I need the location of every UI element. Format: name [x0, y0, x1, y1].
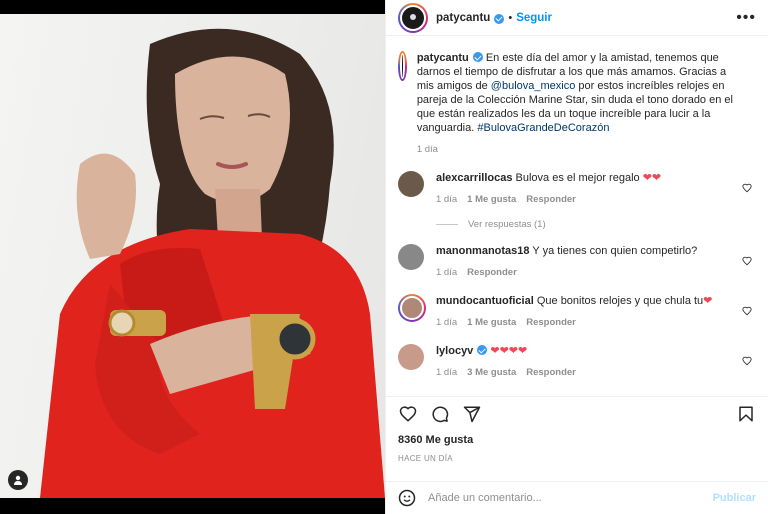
comment-emoji: ❤ [703, 295, 713, 307]
comment-bubble-icon [432, 405, 449, 422]
comment-avatar[interactable] [398, 244, 424, 270]
comment-avatar[interactable] [398, 294, 426, 322]
post-sidebar: patycantu • Seguir ••• patycantu En este… [385, 0, 768, 514]
reply-button[interactable]: Responder [526, 193, 576, 207]
verified-badge-icon [472, 52, 483, 62]
reply-button[interactable]: Responder [467, 266, 517, 280]
comment-item: mundocantuoficial Que bonitos relojes y … [398, 294, 756, 330]
reply-button[interactable]: Responder [526, 316, 576, 330]
comment-likes[interactable]: 3 Me gusta [467, 366, 516, 380]
user-icon [14, 475, 22, 485]
emoji-icon[interactable] [398, 489, 416, 507]
likes-count[interactable]: 8360 Me gusta [398, 434, 473, 446]
view-replies-button[interactable]: Ver respuestas (1) [436, 219, 756, 230]
comment-avatar[interactable] [398, 171, 424, 197]
reply-button[interactable]: Responder [526, 366, 576, 380]
post-header: patycantu • Seguir ••• [386, 0, 768, 36]
comment-emoji: ❤❤❤❤ [490, 345, 528, 357]
comment-likes[interactable]: 1 Me gusta [467, 316, 516, 330]
bookmark-icon [739, 406, 753, 421]
comment-item: lylocyv ❤❤❤❤ 1 día 3 Me gusta Responder [398, 344, 756, 380]
instagram-post: patycantu • Seguir ••• patycantu En este… [0, 0, 768, 514]
comment-likes[interactable]: 1 Me gusta [467, 193, 516, 207]
comment-username[interactable]: mundocantuoficial [436, 295, 534, 307]
avatar-image-icon [410, 13, 416, 20]
posted-time[interactable]: HACE UN DÍA [398, 454, 453, 463]
author-username[interactable]: patycantu [436, 12, 490, 24]
comment-button[interactable] [430, 404, 450, 424]
paper-plane-icon [463, 406, 481, 422]
like-comment-heart-icon[interactable] [742, 306, 752, 316]
comment-time[interactable]: 1 día [436, 366, 457, 380]
comment-time[interactable]: 1 día [436, 316, 457, 330]
more-options-icon[interactable]: ••• [736, 9, 756, 27]
verified-badge-icon [494, 13, 505, 24]
post-photo[interactable] [0, 14, 385, 498]
comment-text: Bulova es el mejor regalo [515, 172, 640, 184]
share-button[interactable] [462, 404, 482, 424]
comment-text: Que bonitos relojes y que chula tu [536, 295, 704, 307]
add-comment-bar: Publicar [386, 481, 768, 514]
comment-input[interactable] [428, 492, 713, 504]
like-comment-heart-icon[interactable] [742, 256, 752, 266]
comment-username[interactable]: manonmanotas18 [436, 245, 530, 257]
caption-mention-link[interactable]: @bulova_mexico [491, 80, 576, 92]
publish-button[interactable]: Publicar [713, 492, 756, 504]
comment-username[interactable]: alexcarrillocas [436, 172, 512, 184]
comment-avatar[interactable] [398, 344, 424, 370]
caption-username[interactable]: patycantu [417, 52, 469, 64]
comment-time[interactable]: 1 día [436, 193, 457, 207]
save-button[interactable] [736, 404, 756, 424]
like-comment-heart-icon[interactable] [742, 356, 752, 366]
post-media [0, 0, 385, 514]
caption: patycantu En este día del amor y la amis… [398, 51, 756, 157]
woman-photo-illustration [40, 28, 385, 498]
comments-section: patycantu En este día del amor y la amis… [386, 37, 768, 395]
author-avatar[interactable] [398, 2, 428, 33]
post-actions-bar [386, 396, 768, 430]
caption-time[interactable]: 1 día [417, 143, 438, 157]
comment-username[interactable]: lylocyv [436, 345, 473, 357]
like-button[interactable] [398, 404, 418, 424]
caption-avatar[interactable] [398, 51, 407, 81]
comment-time[interactable]: 1 día [436, 266, 457, 280]
comment-item: alexcarrillocas Bulova es el mejor regal… [398, 171, 756, 207]
caption-hashtag-link[interactable]: #BulovaGrandeDeCorazón [477, 122, 609, 134]
tagged-users-button[interactable] [8, 470, 28, 490]
comment-text: Y ya tienes con quien competirlo? [532, 245, 698, 257]
like-comment-heart-icon[interactable] [742, 183, 752, 193]
verified-badge-icon [477, 345, 488, 355]
heart-icon [399, 405, 417, 422]
comment-emoji: ❤❤ [642, 172, 662, 184]
follow-button[interactable]: Seguir [516, 12, 552, 24]
comment-item: manonmanotas18 Y ya tienes con quien com… [398, 244, 756, 280]
separator-dot: • [508, 11, 513, 24]
